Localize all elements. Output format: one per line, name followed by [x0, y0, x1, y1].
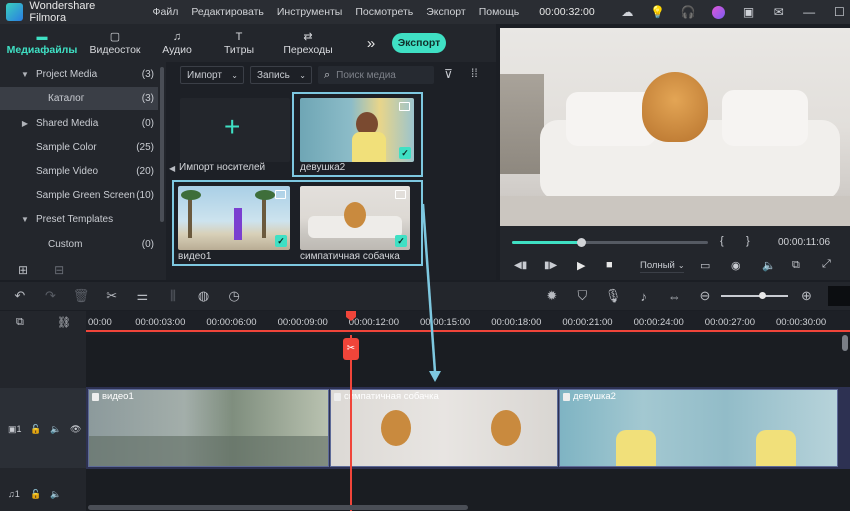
arrow-line	[421, 203, 437, 373]
arrow-head	[429, 371, 441, 382]
annotation-arrow	[421, 203, 441, 382]
